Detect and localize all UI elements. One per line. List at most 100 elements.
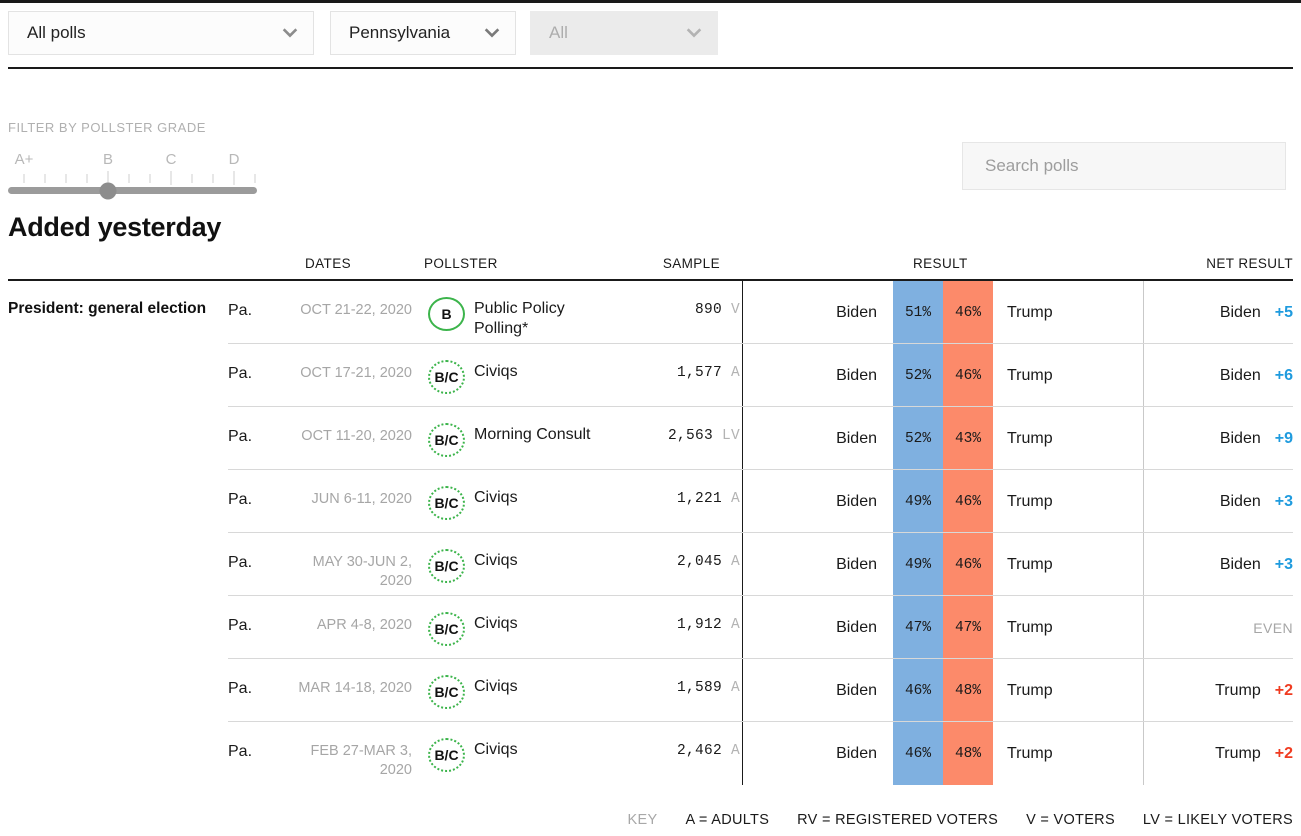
sample-population: A <box>731 743 740 759</box>
race-label <box>0 659 228 722</box>
table-row[interactable]: Pa.FEB 27-MAR 3, 2020B/CCiviqs2,462 ABid… <box>0 722 1301 785</box>
sample-size: 890 V <box>622 281 742 344</box>
table-row[interactable]: Pa.MAY 30-JUN 2, 2020B/CCiviqs2,045 ABid… <box>0 533 1301 596</box>
poll-dates: OCT 21-22, 2020 <box>294 281 412 344</box>
result-left-pct: 46% <box>893 722 943 785</box>
dropdown-candidate[interactable]: All <box>530 11 718 55</box>
grade-ticks <box>8 171 268 185</box>
result-right-candidate: Trump <box>993 281 1143 344</box>
column-header-sample: SAMPLE <box>663 256 720 271</box>
net-result-cell: Trump +2 <box>1143 659 1301 722</box>
result-left-pct: 51% <box>893 281 943 344</box>
race-label: President: general election <box>0 281 228 344</box>
result-cell: Biden52%43%Trump <box>742 407 1143 470</box>
result-left-pct: 49% <box>893 533 943 596</box>
pollster-name: Public Policy Polling* <box>474 295 622 339</box>
sample-population: A <box>731 680 740 696</box>
result-right-pct: 43% <box>943 407 993 470</box>
sample-size: 2,045 A <box>622 533 742 596</box>
result-left-pct: 49% <box>893 470 943 533</box>
pollster-cell: B/CCiviqs <box>412 470 622 533</box>
table-row[interactable]: Pa.APR 4-8, 2020B/CCiviqs1,912 ABiden47%… <box>0 596 1301 659</box>
table-column-headers: DATES POLLSTER SAMPLE RESULT NET RESULT <box>0 256 1301 279</box>
poll-dates: OCT 17-21, 2020 <box>294 344 412 407</box>
result-right-pct: 46% <box>943 281 993 344</box>
result-right-candidate: Trump <box>993 470 1143 533</box>
state-label: Pa. <box>228 344 294 407</box>
poll-dates: MAR 14-18, 2020 <box>294 659 412 722</box>
sample-population: A <box>731 554 740 570</box>
race-label <box>0 533 228 596</box>
column-header-dates: DATES <box>305 256 351 271</box>
result-right-pct: 48% <box>943 722 993 785</box>
result-left-candidate: Biden <box>743 470 893 533</box>
grade-label-c: C <box>166 151 177 168</box>
filter-toolbar: All polls Pennsylvania All <box>0 0 1301 62</box>
pollster-name: Civiqs <box>474 484 518 508</box>
search-input[interactable] <box>983 155 1285 177</box>
result-right-candidate: Trump <box>993 596 1143 659</box>
state-label: Pa. <box>228 407 294 470</box>
pollster-name: Civiqs <box>474 547 518 571</box>
result-left-pct: 47% <box>893 596 943 659</box>
result-left-candidate: Biden <box>743 407 893 470</box>
net-result-cell: Biden+6 <box>1143 344 1301 407</box>
toolbar-divider <box>8 67 1293 69</box>
dropdown-poll-type-label: All polls <box>27 23 281 43</box>
polls-page: All polls Pennsylvania All FILTER BY POL… <box>0 0 1301 836</box>
table-row[interactable]: Pa.OCT 11-20, 2020B/CMorning Consult2,56… <box>0 407 1301 470</box>
net-result-cell: Biden+5 <box>1143 281 1301 344</box>
table-row[interactable]: Pa.MAR 14-18, 2020B/CCiviqs1,589 ABiden4… <box>0 659 1301 722</box>
grade-slider-track[interactable] <box>8 187 257 194</box>
result-left-candidate: Biden <box>743 344 893 407</box>
pollster-name: Civiqs <box>474 358 518 382</box>
result-left-pct: 46% <box>893 659 943 722</box>
pollster-grade-badge: B <box>428 297 465 331</box>
net-result-margin: +2 <box>1275 682 1293 700</box>
grade-scale-labels: A+ B C D <box>8 151 268 169</box>
pollster-cell: B Public Policy Polling* <box>412 281 622 344</box>
net-result-margin: +5 <box>1275 304 1293 322</box>
sample-size: 2,462 A <box>622 722 742 785</box>
dropdown-state[interactable]: Pennsylvania <box>330 11 516 55</box>
sample-population: V <box>731 302 740 318</box>
sample-population: A <box>731 491 740 507</box>
pollster-name: Civiqs <box>474 673 518 697</box>
result-cell: Biden52%46%Trump <box>742 344 1143 407</box>
result-cell: Biden47%47%Trump <box>742 596 1143 659</box>
poll-dates: JUN 6-11, 2020 <box>294 470 412 533</box>
pollster-cell: B/CCiviqs <box>412 533 622 596</box>
search-polls-box[interactable] <box>962 142 1286 190</box>
sample-size: 1,577 A <box>622 344 742 407</box>
grade-label-a-plus: A+ <box>15 151 34 168</box>
sample-population: A <box>731 617 740 633</box>
table-key: KEY A = ADULTS RV = REGISTERED VOTERS V … <box>628 812 1293 828</box>
result-cell: Biden46%48%Trump <box>742 659 1143 722</box>
result-left-candidate: Biden <box>743 596 893 659</box>
grade-slider-handle[interactable] <box>100 182 117 199</box>
page-title: Added yesterday <box>8 212 221 243</box>
net-result-cell: Biden+3 <box>1143 470 1301 533</box>
poll-dates: OCT 11-20, 2020 <box>294 407 412 470</box>
pollster-cell: B/CCiviqs <box>412 596 622 659</box>
sample-size: 1,221 A <box>622 470 742 533</box>
result-right-candidate: Trump <box>993 407 1143 470</box>
table-body: President: general electionPa.OCT 21-22,… <box>0 281 1301 785</box>
result-right-pct: 46% <box>943 470 993 533</box>
net-result-cell: EVEN <box>1143 596 1301 659</box>
net-result-leader: Biden <box>1220 493 1261 511</box>
table-row[interactable]: Pa.JUN 6-11, 2020B/CCiviqs1,221 ABiden49… <box>0 470 1301 533</box>
table-row[interactable]: President: general electionPa.OCT 21-22,… <box>0 281 1301 344</box>
net-result-leader: Trump <box>1215 682 1261 700</box>
state-label: Pa. <box>228 596 294 659</box>
net-result-leader: Trump <box>1215 745 1261 763</box>
dropdown-poll-type[interactable]: All polls <box>8 11 314 55</box>
polls-table: DATES POLLSTER SAMPLE RESULT NET RESULT … <box>0 256 1301 785</box>
race-label <box>0 722 228 785</box>
state-label: Pa. <box>228 470 294 533</box>
net-result-leader: Biden <box>1220 556 1261 574</box>
key-label: KEY <box>628 812 658 828</box>
pollster-grade-badge: B/C <box>428 423 465 457</box>
table-row[interactable]: Pa.OCT 17-21, 2020B/CCiviqs1,577 ABiden5… <box>0 344 1301 407</box>
result-right-pct: 46% <box>943 533 993 596</box>
